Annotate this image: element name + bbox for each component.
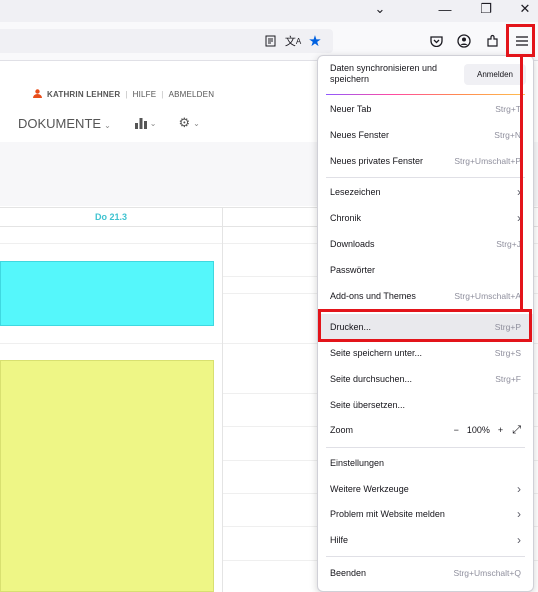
restore-button[interactable]: ❐: [476, 0, 496, 18]
menu-item-report-problem[interactable]: Problem mit Website melden ›: [318, 501, 533, 527]
charts-menu[interactable]: ⌄: [134, 117, 156, 129]
title-bar: [0, 0, 538, 22]
menu-item-passwords[interactable]: Passwörter: [318, 257, 533, 283]
logout-link[interactable]: ABMELDEN: [169, 90, 215, 99]
chevron-right-icon: ›: [517, 482, 521, 496]
menu-item-help[interactable]: Hilfe ›: [318, 527, 533, 553]
sign-in-button[interactable]: Anmelden: [464, 64, 526, 85]
extensions-icon[interactable]: [482, 31, 502, 51]
tab-list-chevron-icon[interactable]: ⌄: [370, 0, 390, 18]
day-header: Do 21.3: [94, 211, 127, 222]
close-button[interactable]: ✕: [515, 0, 535, 18]
menu-item-settings[interactable]: Einstellungen: [318, 450, 533, 476]
documents-menu[interactable]: DOKUMENTE ⌄: [18, 116, 111, 131]
bar-chart-icon: [134, 117, 147, 129]
menu-item-new-private-window[interactable]: Neues privates Fenster Strg+Umschalt+P: [318, 148, 533, 174]
gear-icon: ⚙: [178, 115, 191, 130]
user-name[interactable]: KATHRIN LEHNER: [47, 90, 120, 99]
menu-separator: [326, 556, 525, 557]
menu-item-bookmarks[interactable]: Lesezeichen ›: [318, 179, 533, 205]
menu-item-find-in-page[interactable]: Seite durchsuchen... Strg+F: [318, 366, 533, 392]
highlight-print-item: [318, 309, 532, 342]
minimize-button[interactable]: —: [435, 0, 455, 18]
sync-divider: [326, 94, 525, 95]
menu-item-translate-page[interactable]: Seite übersetzen...: [318, 392, 533, 418]
user-bar: KATHRIN LEHNER | HILFE | ABMELDEN: [33, 89, 214, 100]
sync-text: Daten synchronisieren und speichern: [330, 63, 438, 84]
account-icon[interactable]: [454, 31, 474, 51]
fullscreen-icon[interactable]: ⤢: [512, 424, 521, 437]
reader-view-icon[interactable]: [260, 31, 280, 51]
menu-item-zoom: Zoom − 100% + ⤢: [330, 423, 521, 437]
menu-item-downloads[interactable]: Downloads Strg+J: [318, 231, 533, 257]
menu-separator: [326, 447, 525, 448]
menu-item-more-tools[interactable]: Weitere Werkzeuge ›: [318, 476, 533, 502]
menu-item-addons-themes[interactable]: Add-ons und Themes Strg+Umschalt+A: [318, 283, 533, 309]
chevron-right-icon: ›: [517, 533, 521, 547]
calendar-event-cyan[interactable]: [0, 261, 214, 326]
page-nav: DOKUMENTE ⌄ ⌄ ⚙ ⌄: [18, 115, 200, 131]
help-link[interactable]: HILFE: [133, 90, 157, 99]
menu-item-history[interactable]: Chronik ›: [318, 205, 533, 231]
settings-menu[interactable]: ⚙ ⌄: [178, 115, 199, 131]
translate-icon[interactable]: 文A: [283, 31, 303, 51]
highlight-connector: [520, 56, 523, 312]
pocket-icon[interactable]: [426, 31, 446, 51]
highlight-menu-button: [506, 24, 535, 57]
menu-item-quit[interactable]: Beenden Strg+Umschalt+Q: [318, 560, 533, 586]
zoom-out-button[interactable]: −: [454, 425, 459, 435]
chevron-right-icon: ›: [517, 507, 521, 521]
menu-separator: [326, 177, 525, 178]
bookmark-star-icon[interactable]: ★: [305, 31, 325, 51]
menu-item-save-page[interactable]: Seite speichern unter... Strg+S: [318, 340, 533, 366]
zoom-in-button[interactable]: +: [498, 425, 503, 435]
user-icon: [33, 89, 42, 100]
calendar-event-yellow[interactable]: [0, 360, 214, 592]
menu-item-new-window[interactable]: Neues Fenster Strg+N: [318, 122, 533, 148]
zoom-level[interactable]: 100%: [467, 425, 490, 435]
grid-column-divider: [222, 208, 223, 592]
menu-item-new-tab[interactable]: Neuer Tab Strg+T: [318, 96, 533, 122]
